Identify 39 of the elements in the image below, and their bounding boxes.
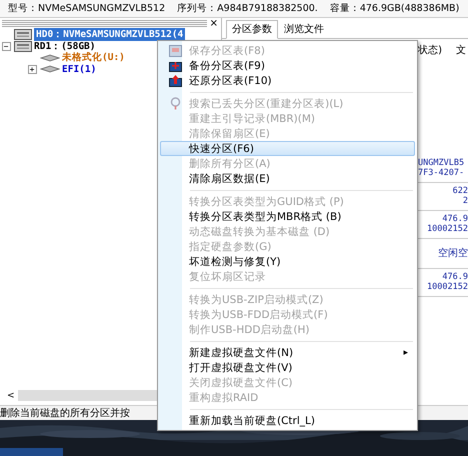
partition-node[interactable]: 未格式化(U:): [62, 51, 125, 64]
column-header: 文: [456, 44, 466, 57]
tab[interactable]: 分区参数: [226, 20, 278, 39]
tree-toggle[interactable]: −: [2, 42, 10, 51]
partition-icon: [40, 65, 60, 74]
tree-toggle[interactable]: +: [28, 64, 36, 74]
table-cell: 622: [452, 186, 468, 196]
table-cell: 10002152: [427, 282, 468, 292]
disk-info-text: 型号：NVMeSAMSUNGMZVLB512: [8, 2, 166, 15]
disk-node[interactable]: RD1：(58GB): [34, 40, 96, 53]
menu-item[interactable]: 坏道检测与修复(Y): [160, 254, 415, 269]
submenu-arrow-icon: ▸: [403, 348, 414, 358]
table-cell: 476.9: [442, 214, 468, 224]
table-cell: 2: [462, 196, 468, 206]
disk-plus-icon: [168, 60, 182, 72]
table-cell: 7F3-4207-: [418, 168, 464, 178]
menu-item[interactable]: 还原分区表(F10): [160, 73, 415, 88]
menu-item[interactable]: 清除扇区数据(E): [160, 171, 415, 186]
disk-info-text: 容量：476.9GB(488386MB): [330, 2, 460, 15]
disk-up-arrow-icon: [168, 74, 182, 86]
tab[interactable]: 浏览文件: [278, 20, 330, 38]
menu-item[interactable]: 打开虚拟硬盘文件(V): [160, 360, 415, 375]
column-header: 状态): [418, 44, 442, 57]
table-cell: 10002152: [427, 224, 468, 234]
magnifier-icon: [170, 97, 180, 110]
menu-item[interactable]: 备份分区表(F9): [160, 58, 415, 73]
scroll-left-icon[interactable]: <: [4, 390, 15, 400]
menu-item[interactable]: 快速分区(F6): [160, 141, 415, 156]
status-text: 删除当前磁盘的所有分区并按: [0, 406, 130, 420]
table-cell: 476.9: [442, 272, 468, 282]
menu-item[interactable]: 新建虚拟硬盘文件(N) ▸: [160, 345, 415, 360]
table-cell-text: 空闲空: [438, 246, 468, 261]
close-icon[interactable]: ×: [206, 19, 221, 28]
partition-node[interactable]: EFI(1): [62, 64, 96, 75]
menu-item[interactable]: 转换分区表类型为MBR格式 (B): [160, 209, 415, 224]
table-cell: UNGMZVLB5: [418, 158, 464, 168]
menu-item[interactable]: 重新加载当前硬盘(Ctrl_L): [160, 413, 415, 428]
partition-icon: [40, 54, 60, 62]
disk-info-text: 序列号：A984B79188382500.: [177, 2, 318, 15]
